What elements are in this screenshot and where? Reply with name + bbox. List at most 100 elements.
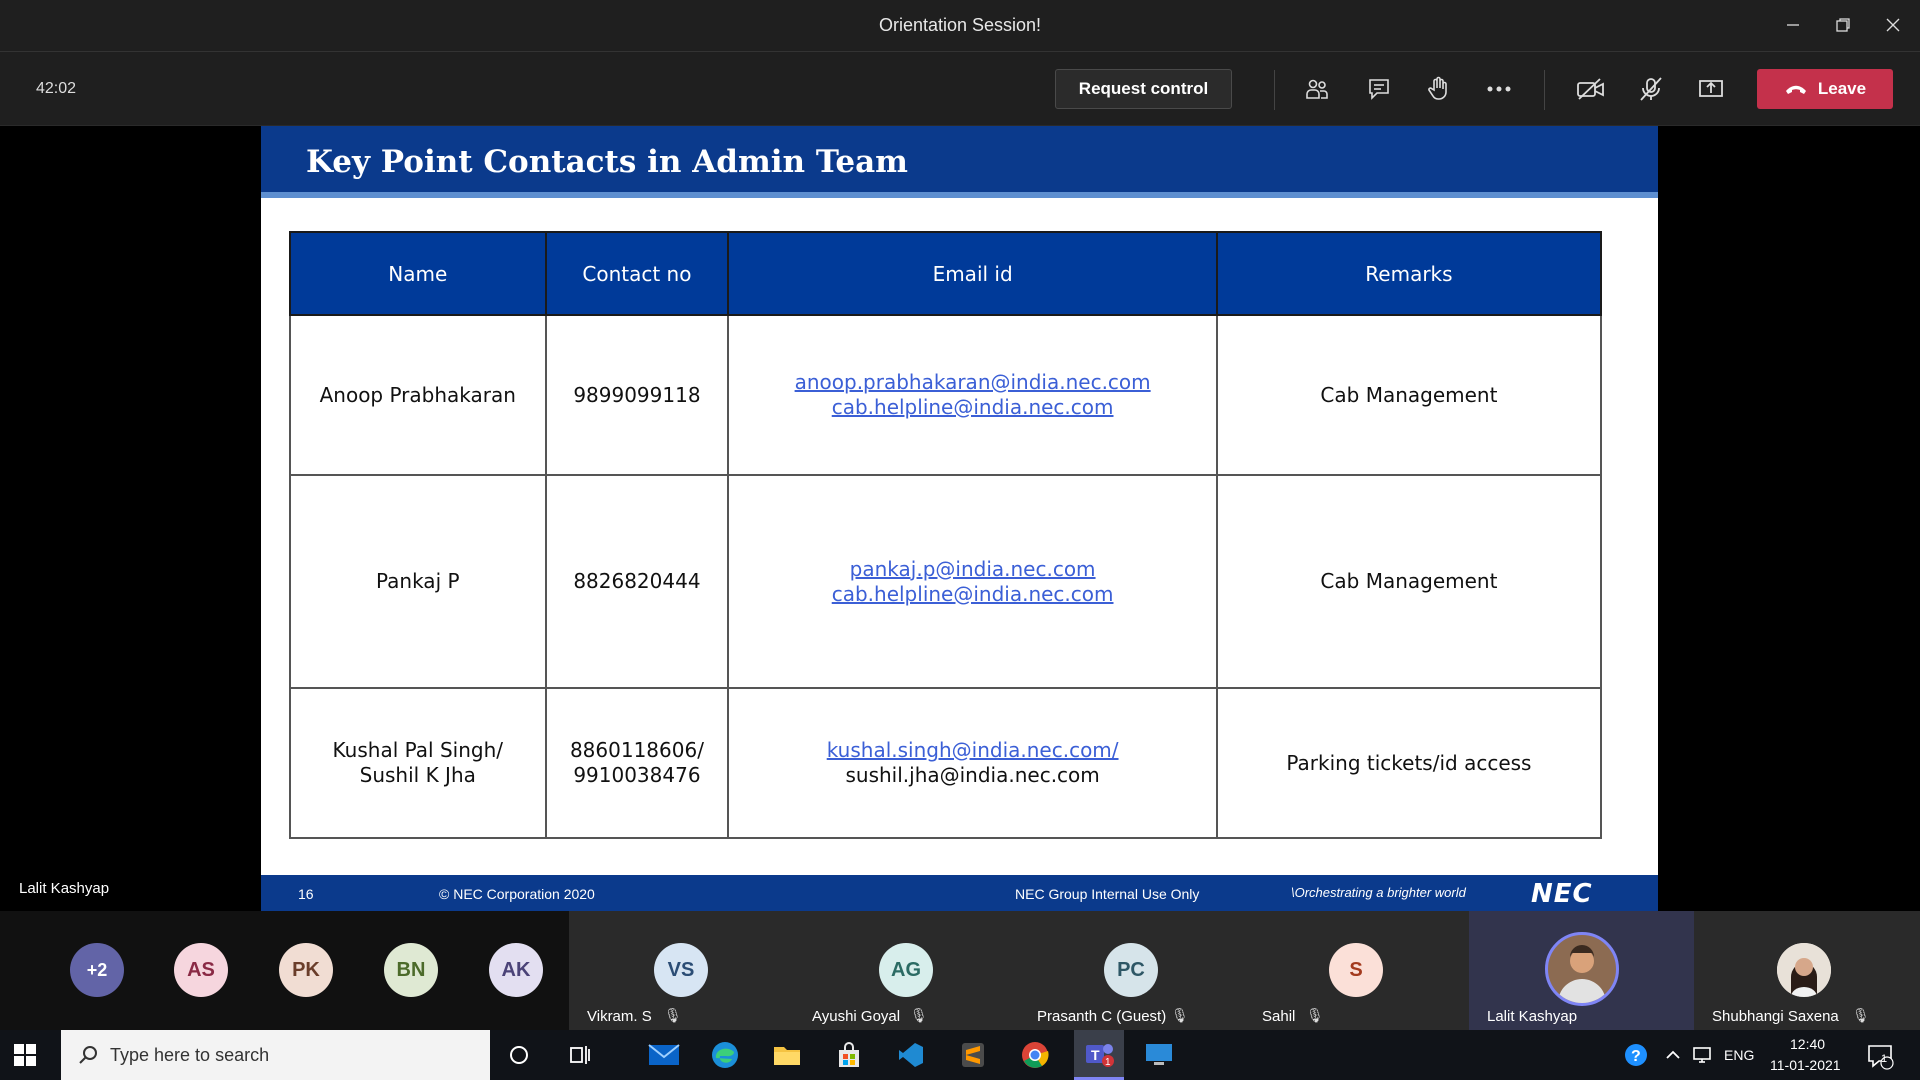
slide-footer: 16 © NEC Corporation 2020 NEC Group Inte… (261, 875, 1658, 911)
chrome-icon[interactable] (1017, 1037, 1053, 1073)
store-icon[interactable] (831, 1037, 867, 1073)
overflow-participants-button[interactable]: +2 (70, 943, 124, 997)
contact-emails: pankaj.p@india.nec.com cab.helpline@indi… (727, 474, 1218, 689)
participant-avatar[interactable]: AK (489, 943, 543, 997)
contact-name: Pankaj P (289, 474, 547, 689)
teams-icon[interactable]: T1 (1074, 1030, 1124, 1080)
email-link[interactable]: kushal.singh@india.nec.com/ (729, 738, 1216, 763)
mic-muted-icon: 🎙 (664, 1007, 682, 1023)
participant-name: Sahil (1262, 1008, 1296, 1025)
minimize-icon[interactable] (1775, 10, 1811, 40)
chat-icon[interactable] (1361, 71, 1397, 107)
network-icon[interactable] (1685, 1037, 1721, 1073)
help-icon[interactable]: ? (1620, 1037, 1656, 1073)
participant-name: Lalit Kashyap (1487, 1008, 1578, 1025)
remote-desktop-icon[interactable] (1141, 1037, 1177, 1073)
meeting-timer: 42:02 (36, 80, 77, 97)
slide-title: Key Point Contacts in Admin Team (306, 144, 908, 180)
contact-remarks: Parking tickets/id access (1215, 687, 1603, 839)
mic-muted-icon: 🎙 (1306, 1007, 1324, 1023)
participant-tile[interactable]: Shubhangi Saxena 🎙 (1694, 911, 1920, 1030)
participants-strip: +2 AS PK BN AK VS Vikram. S 🎙 AG Ayushi … (0, 911, 1920, 1030)
participant-name: Prasanth C (Guest) (1037, 1008, 1167, 1025)
contact-emails: kushal.singh@india.nec.com/ sushil.jha@i… (727, 687, 1218, 839)
sublime-text-icon[interactable] (955, 1037, 991, 1073)
more-options-icon[interactable] (1481, 71, 1517, 107)
notification-center-icon[interactable]: 1 (1862, 1037, 1898, 1073)
column-header-name: Name (289, 231, 547, 316)
slide-copyright: © NEC Corporation 2020 (439, 886, 595, 902)
task-view-icon[interactable] (562, 1037, 598, 1073)
slide-tagline: \Orchestrating a brighter world (1291, 885, 1466, 900)
column-header-email: Email id (727, 231, 1218, 316)
share-screen-icon[interactable] (1693, 71, 1729, 107)
mic-muted-icon: 🎙 (1852, 1007, 1870, 1023)
notification-count: 1 (1881, 1053, 1888, 1065)
participant-avatar: S (1329, 943, 1383, 997)
windows-start-icon[interactable] (12, 1042, 46, 1068)
taskbar-search-input[interactable]: Type here to search (61, 1030, 490, 1080)
language-indicator[interactable]: ENG (1724, 1047, 1754, 1063)
participant-name: Ayushi Goyal (812, 1008, 901, 1025)
table-header-row: Name Contact no Email id Remarks (289, 231, 1603, 316)
svg-text:?: ? (1631, 1048, 1641, 1065)
toolbar-divider (1544, 70, 1545, 110)
svg-text:1: 1 (1105, 1057, 1111, 1068)
shared-slide: Key Point Contacts in Admin Team Name Co… (261, 126, 1658, 911)
mic-off-icon[interactable] (1633, 71, 1669, 107)
leave-button[interactable]: Leave (1757, 69, 1893, 109)
email-text: sushil.jha@india.nec.com (845, 763, 1100, 787)
restore-icon[interactable] (1825, 10, 1861, 40)
window-title: Orientation Session! (878, 15, 1042, 35)
contact-remarks: Cab Management (1215, 314, 1603, 476)
contact-number: 8860118606/ 9910038476 (544, 687, 730, 839)
edge-browser-icon[interactable] (707, 1037, 743, 1073)
participant-avatar[interactable]: AS (174, 943, 228, 997)
mic-muted-icon: 🎙 (910, 1007, 928, 1023)
participant-avatar: AG (879, 943, 933, 997)
contact-emails: anoop.prabhakaran@india.nec.com cab.help… (727, 314, 1218, 476)
table-row: Anoop Prabhakaran 9899099118 anoop.prabh… (289, 314, 1603, 476)
mail-app-icon[interactable] (646, 1037, 682, 1073)
clock-date[interactable]: 11-01-2021 (1770, 1057, 1841, 1073)
participant-avatar[interactable]: PK (279, 943, 333, 997)
contact-name: Anoop Prabhakaran (289, 314, 547, 476)
search-icon (79, 1046, 97, 1064)
windows-taskbar: Type here to search T1 ? ENG 12:40 11-01… (0, 1030, 1920, 1080)
participant-tile-speaking[interactable]: Lalit Kashyap (1469, 911, 1694, 1030)
slide-page-number: 16 (298, 886, 314, 902)
contact-remarks: Cab Management (1215, 474, 1603, 689)
vscode-icon[interactable] (893, 1037, 929, 1073)
close-icon[interactable] (1875, 10, 1911, 40)
participant-tile[interactable]: S Sahil 🎙 (1244, 911, 1469, 1030)
toolbar-divider (1274, 70, 1275, 110)
participant-tile[interactable]: VS Vikram. S 🎙 (569, 911, 794, 1030)
participant-tile[interactable]: AG Ayushi Goyal 🎙 (794, 911, 1019, 1030)
request-control-button[interactable]: Request control (1055, 69, 1232, 109)
email-link[interactable]: cab.helpline@india.nec.com (729, 395, 1216, 420)
contacts-table: Name Contact no Email id Remarks Anoop P… (289, 231, 1603, 839)
meeting-toolbar: 42:02 Request control Leave (0, 52, 1920, 126)
mic-muted-icon: 🎙 (1171, 1007, 1189, 1023)
camera-off-icon[interactable] (1573, 71, 1609, 107)
hang-up-icon (1785, 85, 1806, 94)
svg-text:T: T (1091, 1047, 1100, 1063)
raise-hand-icon[interactable] (1421, 71, 1457, 107)
participants-icon[interactable] (1299, 71, 1335, 107)
nec-logo: NEC (1531, 879, 1593, 909)
participant-avatar: PC (1104, 943, 1158, 997)
file-explorer-icon[interactable] (769, 1037, 805, 1073)
participant-tile[interactable]: PC Prasanth C (Guest) 🎙 (1019, 911, 1244, 1030)
window-title-bar: Orientation Session! (0, 0, 1920, 52)
clock-time[interactable]: 12:40 (1790, 1036, 1825, 1052)
email-link[interactable]: cab.helpline@india.nec.com (729, 582, 1216, 607)
email-link[interactable]: anoop.prabhakaran@india.nec.com (729, 370, 1216, 395)
email-link[interactable]: pankaj.p@india.nec.com (729, 557, 1216, 582)
slide-header: Key Point Contacts in Admin Team (261, 126, 1658, 198)
participant-avatar[interactable]: BN (384, 943, 438, 997)
participant-photo (1545, 932, 1619, 1006)
cortana-icon[interactable] (501, 1037, 537, 1073)
search-placeholder: Type here to search (110, 1045, 270, 1065)
slide-classification: NEC Group Internal Use Only (1015, 886, 1200, 902)
leave-label: Leave (1817, 79, 1867, 98)
